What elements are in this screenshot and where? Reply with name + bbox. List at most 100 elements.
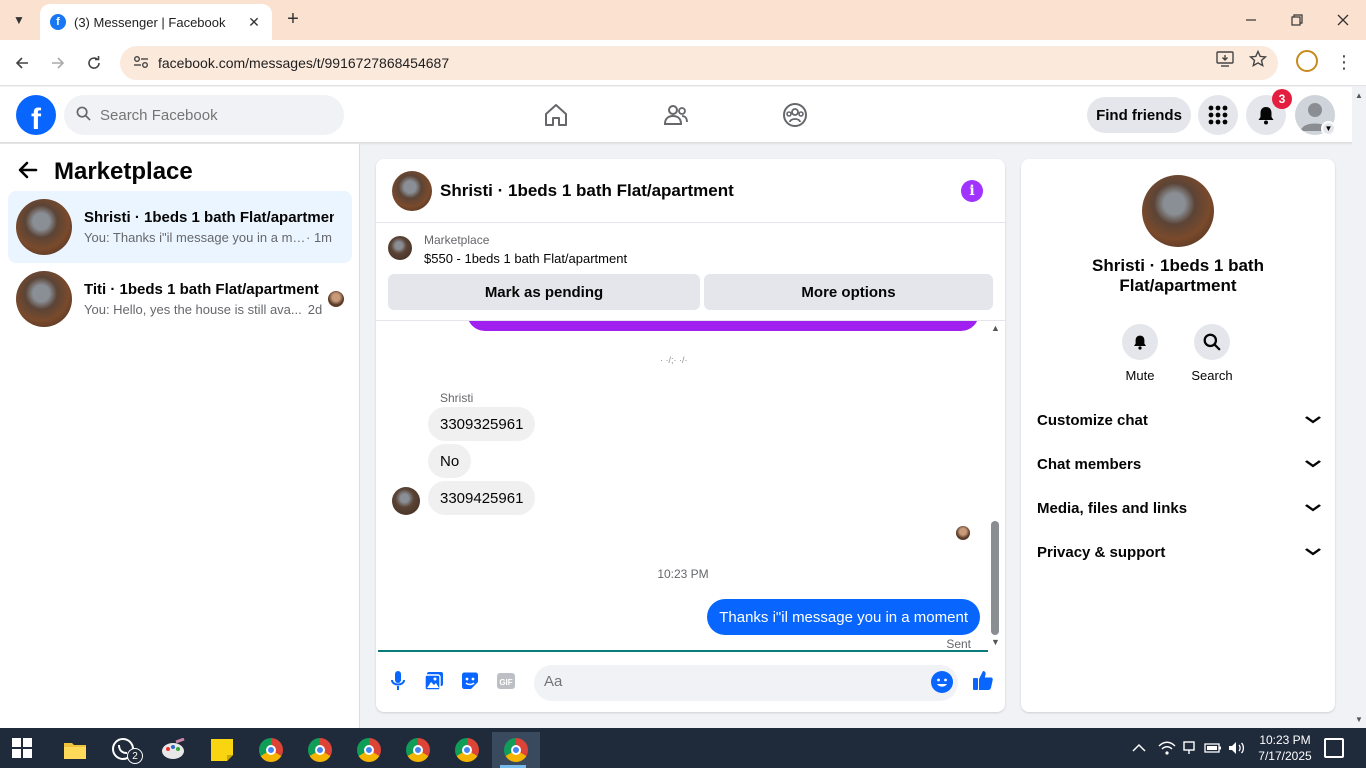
browser-profile-icon[interactable] [1296,50,1318,72]
clock-date: 7/17/2025 [1258,749,1312,763]
bookmark-star-icon[interactable] [1245,46,1271,72]
read-receipt-avatar [956,526,970,540]
message-composer: GIF [376,659,1005,707]
chat-panel: Shristi · 1beds 1 bath Flat/apartment i … [376,159,1005,712]
scroll-down-arrow-icon[interactable]: ▼ [1355,715,1363,724]
chrome-icon[interactable] [299,732,341,768]
scrollbar-thumb[interactable] [991,521,999,635]
home-icon[interactable] [541,100,571,130]
close-window-icon[interactable] [1320,0,1366,40]
conversation-item[interactable]: Shristi · 1beds 1 bath Flat/apartment Yo… [8,191,352,263]
customize-chat-section[interactable]: Customize chat [1037,408,1321,432]
chrome-icon-active[interactable] [492,732,540,768]
mute-button[interactable]: Mute [1110,324,1170,383]
conversation-name: Shristi · 1beds 1 bath Flat/apartment [84,209,334,226]
windows-start-icon[interactable] [12,738,32,758]
listing-price-title[interactable]: $550 - 1beds 1 bath Flat/apartment [424,251,627,266]
conversation-time: · 1m [306,230,332,245]
minimize-window-icon[interactable] [1228,0,1274,40]
incoming-message-bubble[interactable]: 3309425961 [428,481,536,515]
site-settings-icon[interactable] [126,55,156,72]
seen-by-avatar [328,291,344,307]
section-label: Privacy & support [1037,543,1166,561]
taskbar-clock[interactable]: 10:23 PM 7/17/2025 [1252,732,1318,764]
mute-label: Mute [1125,368,1155,383]
browser-menu-icon[interactable]: ⋮ [1334,50,1354,74]
paint-icon[interactable] [152,732,194,768]
chrome-icon[interactable] [348,732,390,768]
chrome-icon[interactable] [397,732,439,768]
chat-scrollbar[interactable]: ▲ ▼ [989,321,1003,651]
media-files-links-section[interactable]: Media, files and links [1037,496,1322,520]
search-icon [1194,324,1230,360]
chrome-icon[interactable] [250,732,292,768]
mark-as-pending-button[interactable]: Mark as pending [388,274,700,310]
whatsapp-icon[interactable]: 2 [103,732,145,768]
chevron-down-icon [1305,501,1322,515]
emoji-icon[interactable] [931,671,953,693]
file-explorer-icon[interactable] [54,732,96,768]
chrome-icon[interactable] [446,732,488,768]
more-options-button[interactable]: More options [704,274,993,310]
photo-icon[interactable] [422,669,446,693]
info-icon[interactable]: i [961,180,983,202]
address-bar[interactable]: facebook.com/messages/t/9916727868454687 [120,46,1278,80]
show-hidden-icons-chevron-icon[interactable] [1132,728,1146,768]
microphone-icon[interactable] [386,669,410,693]
chevron-down-icon [1305,545,1322,559]
profile-name: Shristi · 1beds 1 bath Flat/apartment [1092,256,1264,295]
sender-avatar [392,487,420,515]
message-input[interactable] [544,673,914,690]
menu-grid-icon[interactable] [1198,95,1238,135]
cropped-text: · ·/;· ·/· [660,355,688,365]
url-text: facebook.com/messages/t/9916727868454687 [158,55,450,71]
restore-window-icon[interactable] [1274,0,1320,40]
chat-avatar[interactable] [392,170,432,211]
forward-arrow-icon[interactable] [45,50,71,76]
back-arrow-icon[interactable] [9,50,35,76]
scroll-up-arrow-icon[interactable]: ▲ [991,323,1000,333]
facebook-search[interactable] [64,95,344,135]
outgoing-message-bubble[interactable]: Thanks i"il message you in a moment [707,599,980,635]
chat-header: Shristi · 1beds 1 bath Flat/apartment i [376,159,1005,223]
groups-icon[interactable] [780,100,810,130]
thumbs-up-icon[interactable] [971,668,995,692]
browser-tab-messenger[interactable]: f (3) Messenger | Facebook ✕ [40,4,272,40]
scroll-up-arrow-icon[interactable]: ▲ [1355,91,1363,100]
new-tab-button[interactable]: + [282,8,304,30]
chat-members-section[interactable]: Chat members [1037,452,1322,476]
profile-avatar[interactable] [1142,175,1214,247]
scroll-down-arrow-icon[interactable]: ▼ [991,637,1000,647]
reload-icon[interactable] [81,50,107,76]
incoming-message-bubble[interactable]: No [428,444,472,478]
sticky-notes-icon[interactable] [201,732,243,768]
battery-icon[interactable] [1204,728,1222,768]
wifi-icon[interactable] [1158,728,1176,768]
facebook-logo-icon[interactable]: f [16,95,56,135]
tab-search-chevron-icon[interactable]: ▼ [6,8,32,32]
volume-icon[interactable] [1228,728,1246,768]
friends-icon[interactable] [661,100,691,130]
find-friends-button[interactable]: Find friends [1087,97,1191,133]
account-chevron-down-icon[interactable]: ▼ [1321,121,1336,136]
install-app-icon[interactable] [1212,46,1238,72]
close-tab-icon[interactable]: ✕ [246,14,262,31]
clock-time: 10:23 PM [1259,733,1311,747]
conversation-item[interactable]: Titi · 1beds 1 bath Flat/apartment You: … [8,263,352,335]
message-input-box[interactable] [534,665,958,701]
listing-thumbnail[interactable] [388,236,412,260]
search-input[interactable] [100,106,330,124]
privacy-support-section[interactable]: Privacy & support [1037,540,1322,564]
message-thread[interactable]: · ·/;· ·/· Shristi 3309325961 No 3309425… [376,321,1005,651]
incoming-message-bubble[interactable]: 3309325961 [428,407,536,441]
network-icon[interactable] [1182,728,1196,768]
search-in-conversation-button[interactable]: Search [1182,324,1242,383]
page-scrollbar[interactable]: ▲ ▼ [1352,87,1366,728]
sticker-icon[interactable] [458,669,482,693]
chat-title[interactable]: Shristi · 1beds 1 bath Flat/apartment [440,181,734,201]
chevron-down-icon [1305,457,1322,471]
action-center-icon[interactable] [1324,738,1344,758]
back-arrow-icon[interactable] [18,159,38,185]
gif-icon[interactable]: GIF [494,669,518,693]
conversation-preview: You: Thanks i"il message you in a mo... [84,230,306,245]
